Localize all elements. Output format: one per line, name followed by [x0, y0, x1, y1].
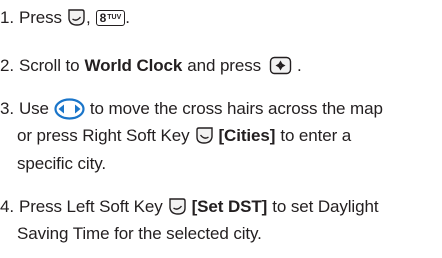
step-3-line-2: or press Right Soft Key [Cities] to ente… [17, 125, 351, 146]
left-soft-key-icon [168, 197, 187, 216]
navigation-left-right-key-icon [54, 97, 85, 120]
step-4-text-press-left: Press Left Soft Key [18, 197, 163, 216]
right-soft-key-icon [195, 126, 214, 145]
step-3-line-3: specific city. [17, 153, 106, 174]
step-2-period: . [297, 56, 302, 75]
step-2-world-clock: World Clock [84, 56, 183, 75]
eight-key-letters: TUV [107, 13, 122, 21]
step-1-text-press: Press [18, 8, 62, 27]
left-soft-key-icon [67, 8, 86, 27]
step-4-set-dst: [Set DST] [191, 197, 268, 216]
step-1-number: 1. [0, 8, 14, 27]
step-3-line-1: 3. Use to move the cross hairs across th… [0, 97, 383, 120]
eight-tuv-key-icon: 8 TUV [95, 9, 126, 26]
step-3-text-move: to move the cross hairs across the map [89, 99, 383, 118]
step-1-period: . [125, 8, 130, 27]
step-4-text-daylight: to set Daylight [272, 197, 379, 216]
step-3-text-enter: to enter a [280, 126, 352, 145]
step-1: 1. Press , 8 TUV . [0, 7, 130, 28]
step-3-number: 3. [0, 99, 14, 118]
step-2: 2. Scroll to World Clock and press . [0, 55, 302, 76]
step-2-text-scroll: Scroll to [18, 56, 80, 75]
step-4-line-2: Saving Time for the selected city. [17, 223, 262, 244]
step-3-cities: [Cities] [218, 126, 276, 145]
instruction-list: 1. Press , 8 TUV . 2. Scroll to World Cl… [0, 0, 442, 258]
step-2-number: 2. [0, 56, 14, 75]
step-3-text-use: Use [18, 99, 49, 118]
step-3-text-press-right: or press Right Soft Key [17, 126, 190, 145]
step-4-number: 4. [0, 197, 14, 216]
step-1-comma: , [85, 8, 91, 27]
step-4-line-1: 4. Press Left Soft Key [Set DST] to set … [0, 196, 379, 217]
eight-key-digit: 8 [99, 10, 107, 25]
step-4-text-saving: Saving Time for the selected city. [17, 224, 262, 243]
step-3-text-specific: specific city. [17, 154, 106, 173]
step-2-text-press: and press [187, 56, 262, 75]
ok-key-icon [269, 56, 292, 75]
